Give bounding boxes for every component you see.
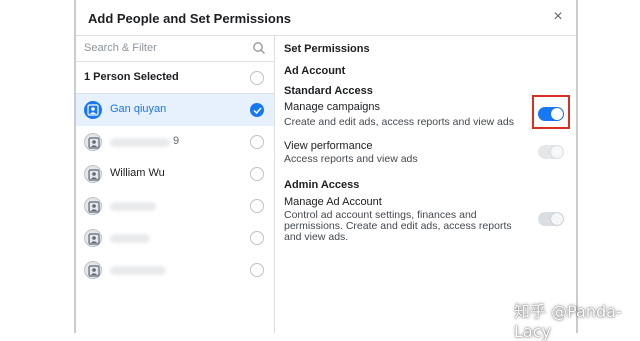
set-permissions-heading: Set Permissions: [284, 43, 370, 55]
avatar: [84, 197, 102, 215]
person-row[interactable]: 9: [76, 126, 274, 158]
toggle-knob: [551, 213, 563, 225]
manage-campaigns-title: Manage campaigns: [284, 101, 381, 113]
watermark: 知乎 @Panda-Lacy: [514, 302, 622, 341]
check-icon: [253, 107, 262, 114]
view-performance-title: View performance: [284, 140, 373, 152]
person-name: 9: [173, 135, 180, 147]
permissions-dialog: Add People and Set Permissions × Search …: [74, 0, 578, 333]
person-row[interactable]: [76, 190, 274, 222]
person-selected-check[interactable]: [250, 103, 264, 117]
dialog-title: Add People and Set Permissions: [88, 11, 291, 26]
person-radio[interactable]: [250, 199, 264, 213]
blurred-name: [110, 234, 150, 243]
permissions-panel: Set Permissions Ad Account Standard Acce…: [275, 36, 576, 333]
person-row[interactable]: Gan qiuyan: [76, 94, 274, 126]
blurred-name: [110, 266, 166, 275]
user-icon: [88, 169, 100, 181]
user-icon: [88, 137, 100, 149]
toggle-knob: [551, 146, 563, 158]
people-panel: Search & Filter 1 Person Selected Gan qi…: [76, 36, 275, 333]
standard-access-heading: Standard Access: [284, 85, 373, 97]
dialog-header: Add People and Set Permissions ×: [76, 0, 576, 36]
search-input[interactable]: Search & Filter: [76, 36, 274, 62]
person-radio[interactable]: [250, 167, 264, 181]
user-icon: [88, 265, 100, 277]
avatar: [84, 101, 102, 119]
search-placeholder: Search & Filter: [84, 42, 157, 54]
person-row[interactable]: William Wu: [76, 158, 274, 190]
close-icon[interactable]: ×: [550, 9, 566, 25]
user-icon: [87, 104, 99, 116]
admin-access-heading: Admin Access: [284, 179, 360, 191]
person-radio[interactable]: [250, 263, 264, 277]
view-performance-toggle[interactable]: [538, 145, 564, 159]
person-row[interactable]: [76, 254, 274, 286]
select-all-row[interactable]: 1 Person Selected: [76, 62, 274, 94]
manage-ad-account-title: Manage Ad Account: [284, 196, 382, 208]
avatar: [84, 165, 102, 183]
blurred-name: [110, 138, 170, 147]
select-all-radio[interactable]: [250, 71, 264, 85]
person-radio[interactable]: [250, 135, 264, 149]
view-performance-desc: Access reports and view ads: [284, 153, 418, 165]
person-row[interactable]: [76, 222, 274, 254]
user-icon: [88, 233, 100, 245]
person-name: Gan qiuyan: [110, 103, 167, 115]
user-icon: [88, 201, 100, 213]
selected-count: 1 Person Selected: [84, 71, 179, 83]
avatar: [84, 261, 102, 279]
person-name: William Wu: [110, 167, 165, 179]
search-icon: [253, 42, 265, 54]
person-radio[interactable]: [250, 231, 264, 245]
manage-ad-account-desc-line3: and view ads.: [284, 231, 349, 243]
manage-campaigns-desc: Create and edit ads, access reports and …: [284, 116, 514, 128]
avatar: [84, 229, 102, 247]
avatar: [84, 133, 102, 151]
highlight-box: [532, 95, 570, 129]
manage-ad-account-toggle[interactable]: [538, 212, 564, 226]
ad-account-heading: Ad Account: [284, 65, 346, 77]
blurred-name: [110, 202, 156, 211]
